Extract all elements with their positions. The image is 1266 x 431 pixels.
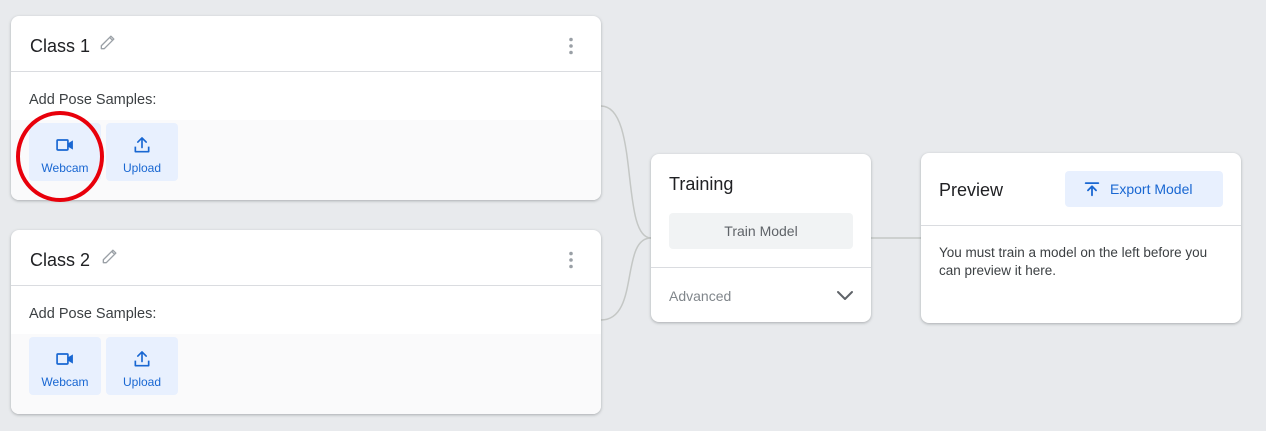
class-card-header: Class 1	[11, 16, 601, 72]
class-card-header: Class 2	[11, 230, 601, 286]
samples-label: Add Pose Samples:	[29, 306, 157, 322]
upload-icon	[134, 351, 150, 367]
preview-message: You must train a model on the left befor…	[939, 245, 1208, 278]
preview-card: Preview Export Model You must train a mo…	[921, 153, 1241, 323]
train-model-button[interactable]: Train Model	[669, 213, 853, 249]
pencil-icon[interactable]	[98, 32, 118, 52]
more-vert-icon[interactable]	[561, 36, 581, 56]
connector-class1-training	[600, 105, 652, 239]
advanced-toggle[interactable]: Advanced	[651, 267, 871, 322]
upload-label: Upload	[122, 375, 162, 389]
export-model-label: Export Model	[1110, 181, 1193, 197]
training-title: Training	[669, 174, 734, 194]
upload-button[interactable]: Upload	[106, 337, 178, 395]
advanced-label: Advanced	[669, 288, 732, 304]
divider	[921, 225, 1241, 226]
upload-button[interactable]: Upload	[106, 123, 178, 181]
more-vert-icon[interactable]	[561, 250, 581, 270]
export-model-button[interactable]: Export Model	[1065, 171, 1223, 207]
webcam-label: Webcam	[41, 375, 89, 389]
export-icon	[1084, 182, 1100, 197]
webcam-button[interactable]: Webcam	[29, 337, 101, 395]
highlight-circle	[16, 111, 104, 202]
pencil-icon[interactable]	[100, 246, 120, 266]
upload-icon	[134, 137, 150, 153]
samples-label: Add Pose Samples:	[29, 92, 157, 108]
chevron-down-icon	[837, 291, 853, 300]
connector-class2-training	[600, 237, 652, 321]
preview-title: Preview	[939, 180, 1004, 200]
upload-label: Upload	[122, 161, 162, 175]
class-card-2: Class 2 Add Pose Samples: Webcam Upload	[11, 230, 601, 414]
class-title[interactable]: Class 2	[30, 250, 90, 271]
training-card: Training Train Model Advanced	[651, 154, 871, 322]
class-title[interactable]: Class 1	[30, 36, 90, 57]
videocam-icon	[56, 353, 73, 365]
